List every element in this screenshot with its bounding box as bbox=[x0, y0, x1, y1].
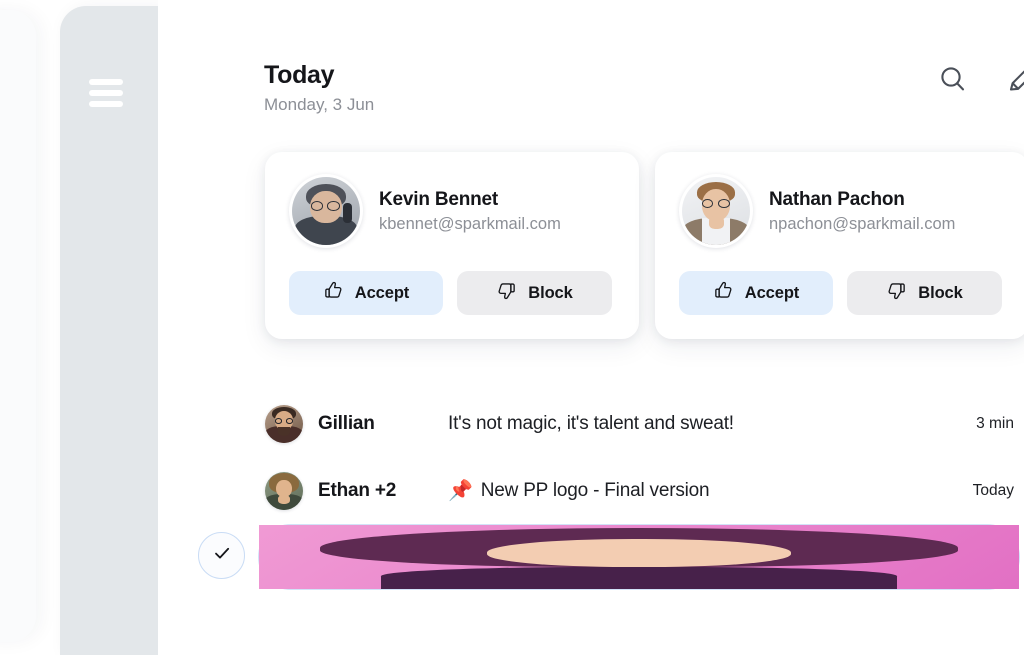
list-item[interactable]: Naya Previous marketing... bbox=[258, 524, 1020, 590]
list-item[interactable]: Gillian It's not magic, it's talent and … bbox=[158, 390, 1024, 457]
accept-button[interactable]: Accept bbox=[289, 271, 443, 315]
message-subject-text: It's not magic, it's talent and sweat! bbox=[448, 412, 734, 434]
thumbs-up-icon bbox=[713, 280, 734, 306]
thumbs-down-icon bbox=[886, 280, 907, 306]
selected-list-item-wrapper: Naya Previous marketing... bbox=[158, 524, 1024, 591]
contact-info: Kevin Bennet kbennet@sparkmail.com bbox=[379, 188, 561, 234]
avatar-photo bbox=[292, 177, 360, 245]
avatar bbox=[289, 174, 363, 248]
contact-actions: Accept Block bbox=[289, 271, 615, 315]
page-subtitle: Monday, 3 Jun bbox=[264, 95, 375, 114]
avatar bbox=[265, 404, 303, 443]
accept-label: Accept bbox=[354, 283, 410, 302]
contact-request-cards: Kevin Bennet kbennet@sparkmail.com Accep… bbox=[265, 152, 1024, 339]
contact-name: Nathan Pachon bbox=[769, 188, 905, 210]
contact-request-card: Kevin Bennet kbennet@sparkmail.com Accep… bbox=[265, 152, 639, 339]
message-time: 3 min bbox=[976, 414, 1014, 432]
thumbs-down-icon bbox=[496, 280, 517, 306]
sidebar bbox=[60, 6, 164, 655]
page-header: Today Monday, 3 Jun bbox=[264, 60, 374, 115]
page-title: Today bbox=[264, 61, 335, 89]
message-subject: 📌 New PP logo - Final version bbox=[448, 480, 928, 502]
block-label: Block bbox=[528, 283, 573, 302]
hamburger-menu-icon[interactable] bbox=[89, 79, 123, 107]
pencil-compose-icon[interactable] bbox=[1006, 62, 1024, 101]
thumbs-up-icon bbox=[323, 280, 344, 306]
block-label: Block bbox=[918, 283, 963, 302]
select-message-checkbox[interactable] bbox=[198, 532, 245, 579]
message-sender: Gillian bbox=[318, 412, 375, 434]
checkmark-icon bbox=[211, 542, 233, 569]
contact-info: Nathan Pachon npachon@sparkmail.com bbox=[769, 188, 955, 234]
header-actions bbox=[938, 62, 1024, 101]
message-sender: Ethan +2 bbox=[318, 479, 397, 501]
contact-header: Nathan Pachon npachon@sparkmail.com bbox=[679, 174, 1005, 248]
app-window: Today Monday, 3 Jun Kevin Bennet kbennet… bbox=[0, 0, 1024, 655]
contact-email: kbennet@sparkmail.com bbox=[379, 214, 561, 233]
avatar-photo bbox=[682, 177, 750, 245]
background-card-layer-mid bbox=[0, 10, 36, 642]
contact-actions: Accept Block bbox=[679, 271, 1005, 315]
block-button[interactable]: Block bbox=[457, 271, 612, 315]
accept-button[interactable]: Accept bbox=[679, 271, 833, 315]
avatar bbox=[679, 174, 753, 248]
block-button[interactable]: Block bbox=[847, 271, 1002, 315]
list-item[interactable]: Ethan +2 📌 New PP logo - Final version T… bbox=[158, 457, 1024, 524]
avatar bbox=[265, 471, 303, 510]
main-panel: Today Monday, 3 Jun Kevin Bennet kbennet… bbox=[158, 0, 1024, 655]
pushpin-icon: 📌 bbox=[448, 479, 473, 502]
message-subject: It's not magic, it's talent and sweat! bbox=[448, 413, 928, 435]
search-icon[interactable] bbox=[938, 64, 968, 99]
contact-email: npachon@sparkmail.com bbox=[769, 214, 956, 233]
contact-header: Kevin Bennet kbennet@sparkmail.com bbox=[289, 174, 615, 248]
message-list: Gillian It's not magic, it's talent and … bbox=[158, 390, 1024, 591]
contact-name: Kevin Bennet bbox=[379, 188, 499, 210]
message-subject-text: New PP logo - Final version bbox=[480, 479, 710, 501]
accept-label: Accept bbox=[744, 283, 800, 302]
message-time: Today bbox=[972, 481, 1014, 499]
contact-request-card: Nathan Pachon npachon@sparkmail.com Acce… bbox=[655, 152, 1024, 339]
